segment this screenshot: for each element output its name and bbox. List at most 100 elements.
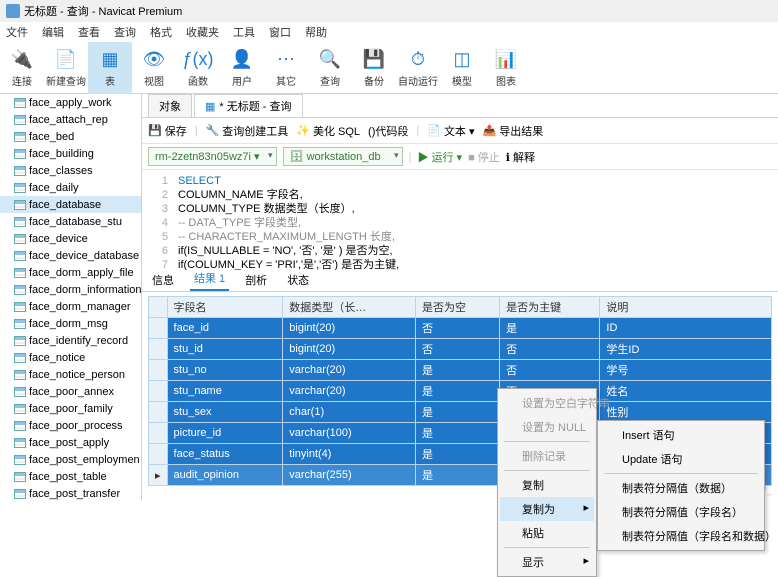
backup-icon: 💾 [362, 47, 386, 71]
server-combo[interactable]: rm-2zetn83n05wz7i ▾ [148, 147, 277, 166]
ctx-show[interactable]: 显示 [500, 550, 594, 574]
table-face_post_table[interactable]: face_post_table [0, 468, 141, 485]
table-face_identify_record[interactable]: face_identify_record [0, 332, 141, 349]
tool-model[interactable]: ◫模型 [440, 42, 484, 94]
ctx-delete[interactable]: 删除记录 [500, 444, 594, 468]
table-icon [14, 489, 26, 499]
menu-格式[interactable]: 格式 [150, 24, 172, 40]
sub-tab-data[interactable]: 制表符分隔值（数据） [600, 476, 762, 500]
result-tabs: 信息结果 1 剖析状态 [142, 270, 778, 292]
table-face_bed[interactable]: face_bed [0, 128, 141, 145]
tool-newq[interactable]: 📄新建查询 [44, 42, 88, 94]
table-row[interactable]: stu_novarchar(20)是否学号 [149, 360, 772, 381]
tool-user[interactable]: 👤用户 [220, 42, 264, 94]
text-button[interactable]: 📄 文本 ▾ [427, 123, 474, 139]
sub-tab-both[interactable]: 制表符分隔值（字段名和数据） [600, 524, 762, 548]
table-face_attach_rep[interactable]: face_attach_rep [0, 111, 141, 128]
table-face_apply_work[interactable]: face_apply_work [0, 94, 141, 111]
rtab-0[interactable]: 信息 [148, 269, 178, 291]
table-face_dorm_manager[interactable]: face_dorm_manager [0, 298, 141, 315]
tool-view[interactable]: 👁视图 [132, 42, 176, 94]
menu-工具[interactable]: 工具 [233, 24, 255, 40]
table-face_building[interactable]: face_building [0, 145, 141, 162]
table-icon [14, 285, 26, 295]
menu-收藏夹[interactable]: 收藏夹 [186, 24, 219, 40]
table-face_notice[interactable]: face_notice [0, 349, 141, 366]
table-face_device_database[interactable]: face_device_database [0, 247, 141, 264]
builder-button[interactable]: 🔧 查询创建工具 [206, 123, 289, 139]
ctx-set-blank[interactable]: 设置为空白字符串 [500, 391, 594, 415]
table-face_dorm_apply_file[interactable]: face_dorm_apply_file [0, 264, 141, 281]
tool-backup[interactable]: 💾备份 [352, 42, 396, 94]
table-face_dorm_msg[interactable]: face_dorm_msg [0, 315, 141, 332]
table-face_poor_annex[interactable]: face_poor_annex [0, 383, 141, 400]
save-button[interactable]: 💾 保存 [148, 123, 187, 139]
table-row[interactable]: face_idbigint(20)否是ID [149, 318, 772, 339]
table-icon [14, 149, 26, 159]
stop-button[interactable]: ■ 停止 [468, 149, 500, 165]
table-face_daily[interactable]: face_daily [0, 179, 141, 196]
table-face_post_apply[interactable]: face_post_apply [0, 434, 141, 451]
ctx-copy-as[interactable]: 复制为 [500, 497, 594, 521]
auto-icon: ⏱ [406, 47, 430, 71]
table-icon [14, 234, 26, 244]
tab-query[interactable]: ▦* 无标题 - 查询 [194, 94, 303, 117]
sql-editor[interactable]: 1SELECT2 COLUMN_NAME 字段名,3 COLUMN_TYPE 数… [142, 170, 778, 270]
table-face_classes[interactable]: face_classes [0, 162, 141, 179]
table-face_poor_family[interactable]: face_poor_family [0, 400, 141, 417]
table-row[interactable]: stu_idbigint(20)否否学生ID [149, 339, 772, 360]
table-face_post_transfer[interactable]: face_post_transfer [0, 485, 141, 500]
editor-toolbar: 💾 保存 | 🔧 查询创建工具 ✨ 美化 SQL ()代码段 | 📄 文本 ▾ … [142, 118, 778, 144]
explain-button[interactable]: ℹ 解释 [506, 149, 535, 165]
ctx-copy[interactable]: 复制 [500, 473, 594, 497]
sub-tab-field[interactable]: 制表符分隔值（字段名） [600, 500, 762, 524]
view-icon: 👁 [142, 47, 166, 71]
table-row[interactable]: stu_namevarchar(20)是否姓名 [149, 381, 772, 402]
tool-plug[interactable]: 🔌连接 [0, 42, 44, 94]
tool-fx[interactable]: ƒ(x)函数 [176, 42, 220, 94]
other-icon: ⋯ [274, 47, 298, 71]
table-icon: ▦ [98, 47, 122, 71]
snippet-button[interactable]: ()代码段 [368, 123, 408, 139]
menu-编辑[interactable]: 编辑 [42, 24, 64, 40]
table-icon [14, 251, 26, 261]
rtab-2[interactable]: 剖析 [241, 269, 271, 291]
rtab-3[interactable]: 状态 [283, 269, 313, 291]
menu-查看[interactable]: 查看 [78, 24, 100, 40]
plug-icon: 🔌 [10, 47, 34, 71]
menu-查询[interactable]: 查询 [114, 24, 136, 40]
export-button[interactable]: 📤 导出结果 [483, 123, 544, 139]
tool-table[interactable]: ▦表 [88, 42, 132, 94]
context-submenu[interactable]: Insert 语句 Update 语句 制表符分隔值（数据） 制表符分隔值（字段… [597, 420, 765, 551]
table-face_dorm_information[interactable]: face_dorm_information [0, 281, 141, 298]
table-face_database[interactable]: face_database [0, 196, 141, 213]
ctx-paste[interactable]: 粘贴 [500, 521, 594, 545]
rtab-1[interactable]: 结果 1 [190, 267, 229, 291]
main-toolbar: 🔌连接📄新建查询▦表👁视图ƒ(x)函数👤用户⋯其它🔍查询💾备份⏱自动运行◫模型📊… [0, 42, 778, 94]
sub-insert[interactable]: Insert 语句 [600, 423, 762, 447]
menu-文件[interactable]: 文件 [6, 24, 28, 40]
tool-other[interactable]: ⋯其它 [264, 42, 308, 94]
tool-chart[interactable]: 📊图表 [484, 42, 528, 94]
table-face_notice_person[interactable]: face_notice_person [0, 366, 141, 383]
table-face_database_stu[interactable]: face_database_stu [0, 213, 141, 230]
tool-query[interactable]: 🔍查询 [308, 42, 352, 94]
table-icon [14, 115, 26, 125]
app-icon [6, 4, 20, 18]
table-face_post_employmen[interactable]: face_post_employmen [0, 451, 141, 468]
user-icon: 👤 [230, 47, 254, 71]
table-face_poor_process[interactable]: face_poor_process [0, 417, 141, 434]
run-button[interactable]: ▶ 运行 ▾ [417, 149, 462, 165]
db-combo[interactable]: 🗄 workstation_db [283, 147, 403, 166]
sub-update[interactable]: Update 语句 [600, 447, 762, 471]
tool-auto[interactable]: ⏱自动运行 [396, 42, 440, 94]
beautify-button[interactable]: ✨ 美化 SQL [296, 123, 360, 139]
context-menu[interactable]: 设置为空白字符串 设置为 NULL 删除记录 复制 复制为 粘贴 显示 [497, 388, 597, 577]
tab-objects[interactable]: 对象 [148, 94, 192, 117]
query-icon: 🔍 [318, 47, 342, 71]
table-tree[interactable]: face_apply_workface_attach_repface_bedfa… [0, 94, 142, 500]
menu-窗口[interactable]: 窗口 [269, 24, 291, 40]
menu-帮助[interactable]: 帮助 [305, 24, 327, 40]
table-face_device[interactable]: face_device [0, 230, 141, 247]
ctx-set-null[interactable]: 设置为 NULL [500, 415, 594, 439]
